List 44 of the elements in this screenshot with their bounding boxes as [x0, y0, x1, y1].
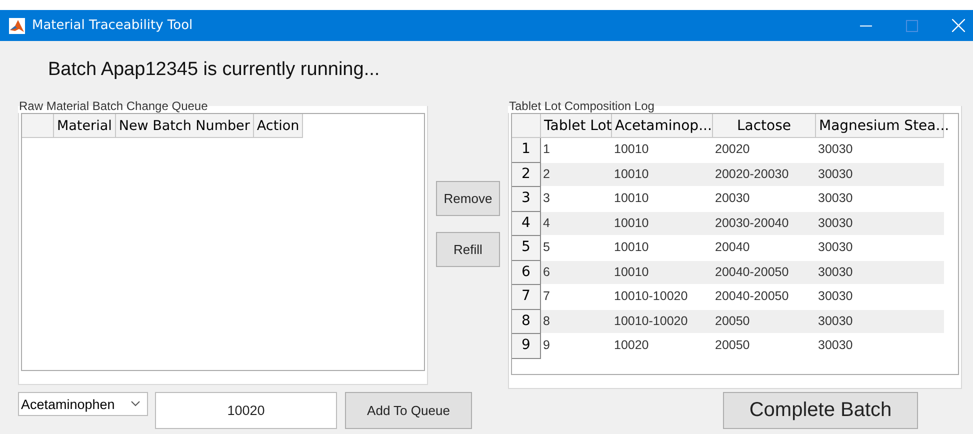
row-number: 9 — [512, 334, 541, 358]
table-cell: 30030 — [816, 260, 944, 284]
column-header[interactable]: Material — [54, 114, 116, 138]
row-number: 4 — [512, 212, 541, 236]
column-header[interactable]: Tablet Lot — [541, 114, 612, 138]
table-cell: 20040-20050 — [713, 260, 816, 284]
caret-icon — [131, 401, 140, 407]
table-cell: 2 — [541, 162, 612, 186]
table-cell: 6 — [541, 260, 612, 284]
window-title: Material Traceability Tool — [32, 18, 193, 33]
column-header[interactable]: Lactose — [713, 114, 816, 138]
status-message: Batch Apap12345 is currently running... — [48, 59, 381, 82]
row-number: 5 — [512, 236, 541, 260]
close-icon[interactable] — [952, 19, 965, 32]
column-header[interactable]: New Batch Number — [116, 114, 254, 138]
column-header[interactable]: Action — [254, 114, 304, 138]
action-button[interactable]: Remove — [436, 181, 500, 216]
column-header[interactable]: Acetaminop... — [612, 114, 713, 138]
row-number: 8 — [512, 310, 541, 334]
table-cell: 10010-10020 — [612, 310, 713, 333]
row-number: 1 — [512, 138, 541, 162]
row-number: 6 — [512, 260, 541, 285]
panel-title: Raw Material Batch Change Queue — [18, 99, 209, 113]
add-to-queue-button[interactable]: Add To Queue — [345, 392, 472, 429]
panel-title: Tablet Lot Composition Log — [508, 99, 656, 113]
table-cell: 8 — [541, 310, 612, 333]
complete-batch-button[interactable]: Complete Batch — [723, 392, 918, 429]
material-dropdown[interactable]: Acetaminophen — [18, 392, 148, 416]
table-cell: 20030-20040 — [713, 212, 816, 235]
row-number: 2 — [512, 162, 541, 187]
action-button[interactable]: Refill — [436, 232, 500, 267]
app-logo-icon — [9, 18, 25, 34]
table-cell: 10010 — [612, 260, 713, 284]
table-cell: 30030 — [816, 310, 944, 333]
row-number: 3 — [512, 187, 541, 212]
table-cell: 20050 — [713, 310, 816, 333]
table-cell: 20020-20030 — [713, 162, 816, 186]
table-cell: 4 — [541, 212, 612, 235]
table-cell: 10010 — [612, 162, 713, 186]
table-cell: 10010 — [612, 212, 713, 235]
table-cell: 30030 — [816, 162, 944, 186]
batch-number-field[interactable]: 10020 — [155, 392, 337, 429]
table-cell: 30030 — [816, 212, 944, 235]
row-number: 7 — [512, 285, 541, 310]
